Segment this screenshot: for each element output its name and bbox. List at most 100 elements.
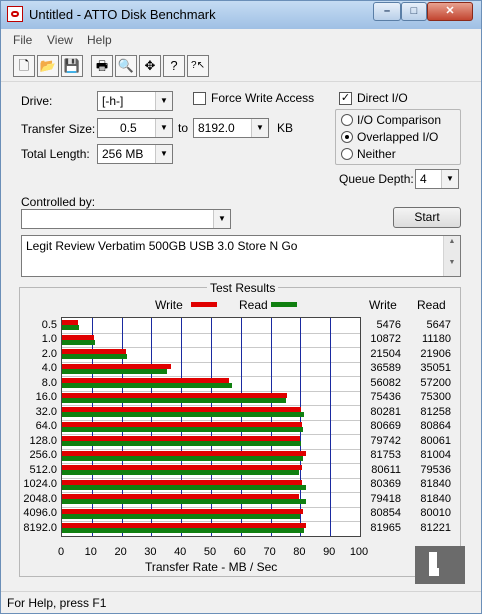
- y-tick-label: 32.0: [35, 405, 57, 418]
- app-window: Untitled - ATTO Disk Benchmark – □ ✕ Fil…: [0, 0, 482, 614]
- print-preview-icon[interactable]: 🔍: [115, 55, 137, 77]
- y-tick-label: 1.0: [41, 333, 57, 346]
- write-value: 80369: [370, 478, 401, 491]
- write-value: 80281: [370, 405, 401, 418]
- print-icon[interactable]: 🖶: [91, 55, 113, 77]
- x-axis-label: Transfer Rate - MB / Sec: [145, 560, 278, 574]
- read-value: 80061: [420, 434, 451, 447]
- chevron-down-icon[interactable]: ▼: [213, 210, 230, 228]
- read-value: 81258: [420, 405, 451, 418]
- description-textarea[interactable]: Legit Review Verbatim 500GB USB 3.0 Stor…: [21, 235, 461, 277]
- read-bar: [62, 426, 304, 432]
- menu-help[interactable]: Help: [87, 33, 112, 47]
- total-length-select[interactable]: 256 MB ▼: [97, 144, 173, 164]
- chevron-down-icon[interactable]: ▼: [155, 119, 172, 137]
- read-value: 57200: [420, 376, 451, 389]
- y-tick-label: 64.0: [35, 420, 57, 433]
- read-bar: [62, 397, 287, 403]
- chevron-down-icon[interactable]: ▼: [441, 170, 458, 188]
- controlled-by-select[interactable]: ▼: [21, 209, 231, 229]
- force-write-checkbox[interactable]: [193, 92, 206, 105]
- direct-io-checkbox[interactable]: ✓: [339, 92, 352, 105]
- total-length-label: Total Length:: [21, 147, 90, 161]
- read-column-header: Read: [417, 298, 446, 312]
- write-value: 10872: [370, 333, 401, 346]
- transfer-size-to-select[interactable]: 8192.0 ▼: [193, 118, 269, 138]
- neither-radio[interactable]: [341, 148, 353, 160]
- chevron-down-icon[interactable]: ▼: [155, 145, 172, 163]
- x-tick-label: 30: [144, 546, 157, 558]
- read-bar: [62, 528, 304, 534]
- chevron-down-icon[interactable]: ▼: [155, 92, 172, 110]
- y-tick-label: 8192.0: [23, 521, 57, 534]
- write-value: 81753: [370, 449, 401, 462]
- chart-title: Test Results: [207, 281, 279, 295]
- read-value: 35051: [420, 362, 451, 375]
- read-value: 81840: [420, 478, 451, 491]
- overlapped-io-radio[interactable]: [341, 131, 353, 143]
- queue-depth-select[interactable]: 4 ▼: [415, 169, 459, 189]
- open-folder-icon[interactable]: 📂: [37, 55, 59, 77]
- to-label: to: [178, 121, 189, 135]
- write-value: 80611: [371, 463, 401, 476]
- legend-read-swatch: [271, 302, 297, 307]
- read-value: 79536: [420, 463, 451, 476]
- chevron-down-icon[interactable]: ▼: [251, 119, 268, 137]
- write-value: 36589: [370, 362, 401, 375]
- overlapped-io-label: Overlapped I/O: [357, 130, 439, 144]
- transfer-size-label: Transfer Size:: [21, 122, 96, 136]
- x-tick-label: 0: [57, 546, 65, 558]
- new-file-icon[interactable]: 🗋: [13, 55, 35, 77]
- move-icon[interactable]: ✥: [139, 55, 161, 77]
- controlled-by-label: Controlled by:: [21, 195, 96, 209]
- close-button[interactable]: ✕: [427, 2, 473, 21]
- transfer-to-value: 8192.0: [198, 121, 235, 135]
- description-text: Legit Review Verbatim 500GB USB 3.0 Stor…: [26, 239, 298, 253]
- read-bar: [62, 470, 299, 476]
- read-value: 81840: [420, 492, 451, 505]
- title-bar[interactable]: Untitled - ATTO Disk Benchmark – □ ✕: [1, 1, 481, 29]
- window-title: Untitled - ATTO Disk Benchmark: [29, 7, 216, 22]
- write-value: 80854: [370, 507, 401, 520]
- y-tick-label: 512.0: [29, 463, 57, 476]
- total-length-value: 256 MB: [102, 147, 144, 161]
- description-scrollbar[interactable]: ▲ ▼: [443, 236, 460, 276]
- io-comparison-radio[interactable]: [341, 114, 353, 126]
- grid-line: [330, 318, 332, 536]
- minimize-button[interactable]: –: [373, 2, 401, 21]
- read-value: 81004: [420, 449, 451, 462]
- direct-io-label: Direct I/O: [357, 91, 408, 105]
- start-button[interactable]: Start: [393, 207, 461, 228]
- read-bar: [62, 325, 79, 330]
- toolbar: 🗋 📂 💾 🖶 🔍 ✥ ? ?↖: [1, 51, 481, 82]
- drive-label: Drive:: [21, 94, 53, 108]
- drive-select[interactable]: [-h-] ▼: [97, 91, 173, 111]
- legend-write-label: Write: [155, 298, 183, 312]
- context-help-icon[interactable]: ?↖: [187, 55, 209, 77]
- read-bar: [62, 441, 301, 447]
- save-disk-icon[interactable]: 💾: [61, 55, 83, 77]
- transfer-size-from-select[interactable]: 0.5 ▼: [97, 118, 173, 138]
- queue-depth-value: 4: [420, 172, 427, 186]
- menu-file[interactable]: File: [13, 33, 32, 47]
- menu-view[interactable]: View: [47, 33, 73, 47]
- y-tick-label: 8.0: [41, 376, 57, 389]
- maximize-button[interactable]: □: [401, 2, 427, 21]
- x-tick-label: 60: [233, 546, 246, 558]
- x-tick-label: 10: [84, 546, 97, 558]
- y-tick-label: 2048.0: [23, 492, 57, 505]
- write-value: 80669: [370, 420, 401, 433]
- io-comparison-label: I/O Comparison: [357, 113, 442, 127]
- menu-bar: File View Help: [1, 29, 481, 51]
- kb-label: KB: [277, 121, 294, 135]
- y-tick-label: 256.0: [29, 449, 57, 462]
- read-value: 5647: [426, 318, 451, 331]
- x-tick-label: 90: [323, 546, 336, 558]
- status-bar: For Help, press F1: [1, 591, 481, 613]
- help-icon[interactable]: ?: [163, 55, 185, 77]
- legit-reviews-logo: [415, 546, 465, 584]
- read-value: 21906: [420, 347, 451, 360]
- neither-label: Neither: [357, 147, 396, 161]
- write-value: 5476: [376, 318, 401, 331]
- legend-read-label: Read: [239, 298, 268, 312]
